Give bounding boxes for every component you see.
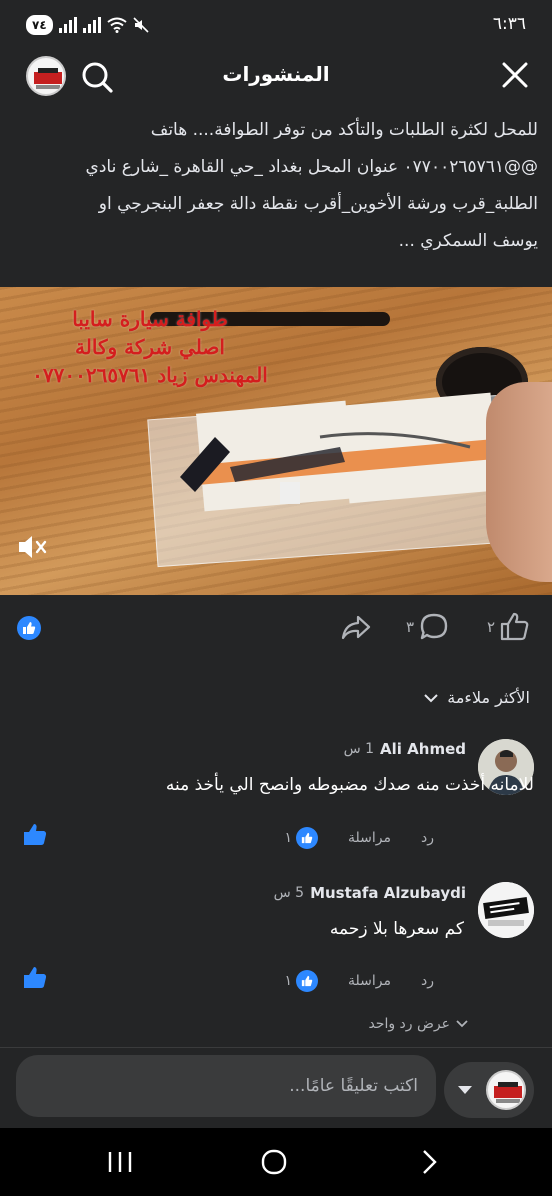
comment: Mustafa Alzubaydi 5 س كم سعرها بلا زحمه … — [0, 878, 552, 1008]
view-replies-link[interactable]: عرض رد واحد — [368, 1016, 468, 1032]
comment-like-icon[interactable] — [22, 822, 48, 848]
post-actions: ٣ ٢ — [0, 595, 552, 663]
signal-icon — [58, 17, 77, 33]
divider — [0, 1047, 552, 1048]
comment-time: 1 س — [343, 741, 375, 757]
chevron-down-icon — [424, 693, 438, 702]
battery-indicator: ٧٤ — [26, 15, 53, 35]
comment-actions: رد مراسلة ١ — [284, 827, 434, 849]
wifi-icon — [107, 17, 127, 33]
comment-time: 5 س — [273, 885, 305, 901]
like-reaction-icon — [296, 970, 319, 992]
message-button[interactable]: مراسلة — [348, 830, 391, 846]
mute-status-icon — [133, 17, 149, 33]
identity-switcher[interactable] — [444, 1062, 534, 1118]
home-icon[interactable] — [258, 1148, 290, 1176]
overlay-line: المهندس زياد ٠٧٧٠٠٢٦٥٧٦١ — [32, 363, 268, 387]
chevron-down-icon — [456, 1020, 468, 1028]
close-icon[interactable] — [500, 60, 530, 90]
comments-count: ٣ — [406, 618, 415, 636]
like-reaction-icon[interactable] — [17, 616, 41, 640]
comments-sort-dropdown[interactable]: الأكثر ملاءمة — [423, 688, 530, 707]
post-text-line: للمحل لكثرة الطلبات والتأكد من توفر الطو… — [150, 120, 538, 140]
comment-input[interactable]: اكتب تعليقًا عامًا... — [16, 1055, 436, 1117]
message-button[interactable]: مراسلة — [348, 973, 391, 989]
post-text-line: يوسف السمكري ... — [398, 231, 538, 251]
fuel-sender-part — [180, 432, 471, 504]
reply-button[interactable]: رد — [421, 973, 434, 989]
thumbs-up-icon — [500, 612, 529, 641]
comment-reactions[interactable]: ١ — [284, 827, 319, 849]
view-replies-label: عرض رد واحد — [368, 1016, 450, 1032]
signal-icon-2 — [82, 17, 101, 33]
share-icon — [341, 615, 371, 640]
caret-down-icon — [458, 1086, 472, 1094]
avatar[interactable] — [478, 882, 534, 938]
comment-text: كم سعرها بلا زحمه — [329, 919, 464, 939]
back-icon[interactable] — [414, 1148, 446, 1176]
overlay-line: طوافة سيارة سايبا — [72, 307, 228, 331]
like-button[interactable]: ٢ — [487, 611, 531, 643]
comment-reactions[interactable]: ١ — [284, 970, 319, 992]
post-body[interactable]: للمحل لكثرة الطلبات والتأكد من توفر الطو… — [12, 112, 538, 260]
comment-actions: رد مراسلة ١ — [284, 970, 434, 992]
hand — [486, 382, 552, 582]
reaction-count: ١ — [284, 830, 293, 846]
likes-count: ٢ — [487, 618, 496, 636]
reaction-count: ١ — [284, 973, 293, 989]
comment-text: للامانه أخذت منه صدك مضبوطه وانصح الي يأ… — [165, 775, 534, 795]
comment-header: Ali Ahmed 1 س — [344, 740, 466, 758]
post-text-line: @@٠٧٧٠٠٢٦٥٧٦١ عنوان المحل بغداد _حي القا… — [85, 157, 538, 177]
page-title: المنشورات — [222, 62, 330, 86]
comment: Ali Ahmed 1 س للامانه أخذت منه صدك مضبوط… — [0, 735, 552, 865]
clock: ٦:٣٦ — [492, 14, 526, 34]
status-bar: ٧٤ ٦:٣٦ — [0, 0, 552, 50]
like-reaction-icon — [296, 827, 319, 849]
sort-label: الأكثر ملاءمة — [447, 688, 530, 707]
video-overlay-text: طوافة سيارة سايبا اصلي شركة وكالة المهند… — [20, 305, 280, 389]
avatar — [486, 1070, 526, 1110]
mute-icon[interactable] — [16, 533, 48, 561]
share-button[interactable] — [340, 611, 372, 643]
post-video[interactable]: طوافة سيارة سايبا اصلي شركة وكالة المهند… — [0, 287, 552, 595]
system-nav-bar — [0, 1128, 552, 1196]
comment-button[interactable]: ٣ — [406, 611, 450, 643]
recent-apps-icon[interactable] — [104, 1148, 136, 1176]
comment-author[interactable]: Ali Ahmed — [380, 740, 466, 758]
comment-icon — [420, 613, 448, 640]
post-text-line: الطلبة_قرب ورشة الأخوين_أقرب نقطة دالة ج… — [98, 194, 538, 214]
status-icons: ٧٤ — [26, 15, 149, 35]
reply-button[interactable]: رد — [421, 830, 434, 846]
comment-like-icon[interactable] — [22, 965, 48, 991]
top-bar: المنشورات — [0, 50, 552, 102]
comment-author[interactable]: Mustafa Alzubaydi — [310, 884, 466, 902]
overlay-line: اصلي شركة وكالة — [75, 335, 225, 359]
comment-header: Mustafa Alzubaydi 5 س — [274, 884, 466, 902]
